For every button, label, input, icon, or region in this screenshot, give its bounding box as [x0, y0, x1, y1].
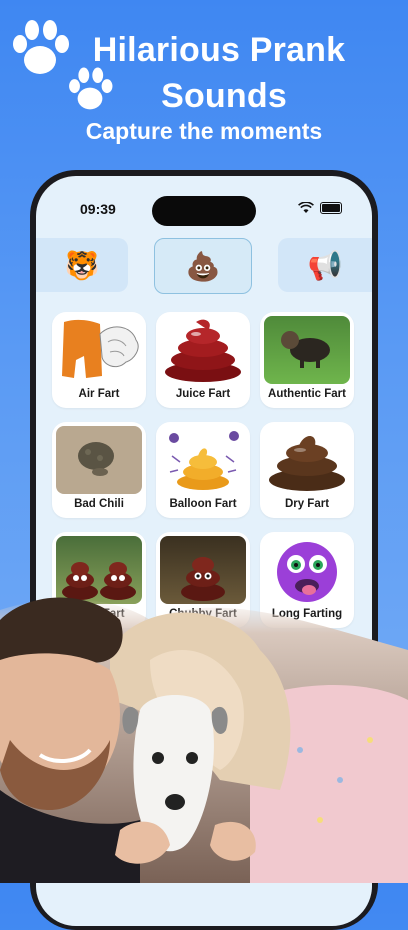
sound-label: Bad Chili [74, 498, 124, 510]
air-fart-thumbnail [56, 316, 142, 384]
sound-label: Authentic Fart [268, 388, 346, 400]
tab-farts[interactable]: 💩 [154, 238, 252, 294]
tiger-face-icon: 🐯 [64, 249, 100, 281]
dynamic-island [152, 196, 256, 226]
status-time: 09:39 [80, 201, 116, 217]
megaphone-icon: 📢 [307, 249, 343, 281]
tagline: Capture the moments [85, 118, 323, 144]
sound-card[interactable]: Authentic Fart [260, 312, 354, 408]
battery-icon [320, 202, 342, 214]
headline-line-1: Hilarious Prank [92, 31, 346, 69]
sound-label: Juice Fart [175, 388, 231, 400]
headline-line-2: Sounds [161, 77, 287, 115]
sound-card[interactable]: Air Fart [52, 312, 146, 408]
juice-fart-thumbnail [160, 316, 246, 384]
wifi-icon [298, 202, 314, 213]
dry-fart-thumbnail [264, 426, 350, 494]
balloon-fart-thumbnail [160, 426, 246, 494]
couple-with-dog-photo [0, 597, 408, 883]
status-bar: 09:39 [36, 196, 372, 226]
tab-animals[interactable]: 🐯 [36, 238, 128, 292]
tab-horns[interactable]: 📢 [278, 238, 372, 292]
authentic-fart-thumbnail [264, 316, 350, 384]
sound-card[interactable]: Bad Chili [52, 422, 146, 518]
poop-icon: 💩 [185, 250, 221, 282]
sound-card[interactable]: Juice Fart [156, 312, 250, 408]
sound-label: Balloon Fart [169, 498, 237, 510]
sound-card[interactable]: Dry Fart [260, 422, 354, 518]
sound-label: Dry Fart [284, 498, 330, 510]
sound-label: Air Fart [78, 388, 120, 400]
category-tabs: 🐯 💩 📢 [36, 238, 372, 294]
bad-chili-thumbnail [56, 426, 142, 494]
sound-card[interactable]: Balloon Fart [156, 422, 250, 518]
